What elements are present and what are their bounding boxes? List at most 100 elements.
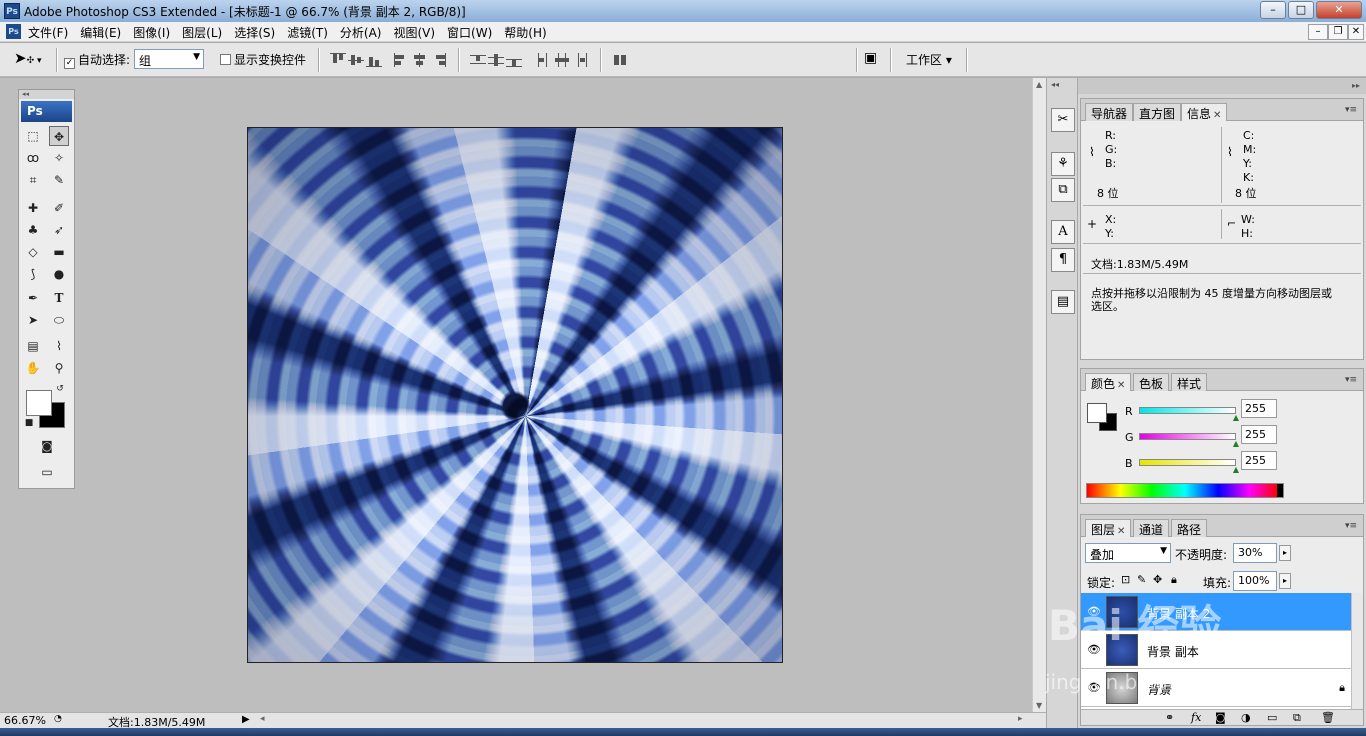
doc-restore-button[interactable]: ❐ bbox=[1328, 24, 1348, 40]
document-ps-icon[interactable]: Ps bbox=[6, 24, 21, 39]
layer-mask-icon[interactable]: ◙ bbox=[1215, 711, 1226, 724]
menu-file[interactable]: 文件(F) bbox=[28, 24, 68, 41]
swap-colors-icon[interactable]: ↺ bbox=[53, 382, 67, 396]
quick-mask-icon[interactable]: ◙ bbox=[37, 436, 57, 456]
menu-view[interactable]: 视图(V) bbox=[393, 24, 435, 41]
menu-analysis[interactable]: 分析(A) bbox=[340, 24, 382, 41]
auto-select-checkbox[interactable]: ✓ bbox=[64, 58, 75, 69]
lasso-tool-icon[interactable]: ꝏ bbox=[23, 148, 43, 168]
color-r-value[interactable]: 255 bbox=[1241, 399, 1277, 418]
distribute-left-icon[interactable] bbox=[536, 53, 552, 67]
pen-tool-icon[interactable]: ✒ bbox=[23, 288, 43, 308]
tab-navigator[interactable]: 导航器 bbox=[1085, 103, 1134, 121]
paragraph-icon[interactable]: ¶ bbox=[1051, 248, 1075, 272]
clone-source-icon[interactable]: ⧉ bbox=[1051, 178, 1075, 202]
align-left-icon[interactable] bbox=[394, 53, 410, 67]
blend-mode-dropdown[interactable]: 叠加 ▼ bbox=[1085, 543, 1171, 563]
bridge-icon[interactable]: ▣ bbox=[864, 50, 877, 66]
close-button[interactable]: ✕ bbox=[1316, 1, 1362, 19]
ellipse-tool-icon[interactable]: ⬭ bbox=[49, 310, 69, 330]
scroll-right-icon[interactable]: ▸ bbox=[1018, 714, 1023, 724]
menu-filter[interactable]: 滤镜(T) bbox=[287, 24, 328, 41]
close-tab-icon[interactable]: ✕ bbox=[1213, 110, 1221, 121]
close-tab-icon[interactable]: ✕ bbox=[1117, 526, 1125, 537]
zoom-level[interactable]: 66.67% bbox=[4, 714, 46, 727]
align-top-icon[interactable] bbox=[330, 53, 346, 67]
lock-transparent-icon[interactable]: ⊡ bbox=[1121, 573, 1130, 586]
auto-select-option[interactable]: ✓ 自动选择: bbox=[64, 51, 130, 69]
lock-image-icon[interactable]: ✎ bbox=[1137, 573, 1146, 586]
show-transform-checkbox[interactable] bbox=[220, 54, 231, 65]
eyedropper-tool-icon[interactable]: ⌇ bbox=[49, 336, 69, 356]
color-panel-foreground-swatch[interactable] bbox=[1087, 403, 1107, 423]
lock-position-icon[interactable]: ✥ bbox=[1153, 573, 1162, 586]
character-icon[interactable]: A bbox=[1051, 220, 1075, 244]
align-bottom-icon[interactable] bbox=[366, 53, 382, 67]
default-colors-icon[interactable]: ■ bbox=[22, 416, 36, 430]
toolbox-grip[interactable]: ◂◂ bbox=[19, 90, 74, 99]
panel-menu-icon[interactable]: ▾≡ bbox=[1345, 521, 1357, 531]
tab-info[interactable]: 信息 ✕ bbox=[1181, 103, 1228, 121]
history-brush-tool-icon[interactable]: ➶ bbox=[49, 220, 69, 240]
brushes-icon[interactable]: ⚘ bbox=[1051, 152, 1075, 176]
scroll-left-icon[interactable]: ◂ bbox=[260, 714, 265, 724]
notes-tool-icon[interactable]: ▤ bbox=[23, 336, 43, 356]
color-b-value[interactable]: 255 bbox=[1241, 451, 1277, 470]
gradient-tool-icon[interactable]: ▬ bbox=[49, 242, 69, 262]
auto-select-dropdown[interactable]: 组 ▼ bbox=[134, 49, 204, 69]
color-g-slider[interactable]: ▲ bbox=[1139, 433, 1239, 448]
tab-histogram[interactable]: 直方图 bbox=[1133, 103, 1182, 121]
screen-mode-icon[interactable]: ▭ bbox=[33, 462, 61, 482]
eraser-tool-icon[interactable]: ◇ bbox=[23, 242, 43, 262]
menu-window[interactable]: 窗口(W) bbox=[447, 24, 492, 41]
maximize-button[interactable]: □ bbox=[1288, 1, 1314, 19]
layer-style-icon[interactable]: fx bbox=[1191, 711, 1201, 724]
new-group-icon[interactable]: ▭ bbox=[1267, 711, 1277, 724]
panel-menu-icon[interactable]: ▾≡ bbox=[1345, 375, 1357, 385]
menu-help[interactable]: 帮助(H) bbox=[504, 24, 546, 41]
magic-wand-tool-icon[interactable]: ✧ bbox=[49, 148, 69, 168]
tab-layers[interactable]: 图层 ✕ bbox=[1085, 519, 1132, 537]
tab-styles[interactable]: 样式 bbox=[1171, 373, 1208, 391]
document-canvas-swirl-image[interactable] bbox=[247, 127, 783, 663]
status-menu-arrow-icon[interactable]: ▶ bbox=[242, 714, 250, 725]
menu-edit[interactable]: 编辑(E) bbox=[80, 24, 121, 41]
fill-input[interactable]: 100% bbox=[1233, 571, 1277, 591]
tab-paths[interactable]: 路径 bbox=[1171, 519, 1208, 537]
doc-close-button[interactable]: ✕ bbox=[1348, 24, 1364, 40]
distribute-bottom-icon[interactable] bbox=[506, 53, 522, 67]
slider-thumb-icon[interactable]: ▲ bbox=[1233, 465, 1239, 474]
color-spectrum-bar[interactable] bbox=[1086, 483, 1284, 498]
slider-thumb-icon[interactable]: ▲ bbox=[1233, 413, 1239, 422]
lock-all-icon[interactable]: 🔒︎ bbox=[1171, 573, 1177, 587]
move-tool-icon[interactable]: ✥ bbox=[49, 126, 69, 146]
menu-layer[interactable]: 图层(L) bbox=[182, 24, 222, 41]
opacity-arrow-icon[interactable]: ▸ bbox=[1279, 545, 1291, 561]
collapse-dock-icon[interactable]: ◂◂ bbox=[1051, 80, 1059, 89]
foreground-color-swatch[interactable] bbox=[26, 390, 52, 416]
clone-stamp-tool-icon[interactable]: ♣ bbox=[23, 220, 43, 240]
distribute-top-icon[interactable] bbox=[470, 53, 486, 67]
align-vertical-center-icon[interactable] bbox=[348, 53, 364, 67]
blur-tool-icon[interactable]: ⟆ bbox=[23, 264, 43, 284]
layers-scrollbar[interactable] bbox=[1351, 593, 1363, 709]
close-tab-icon[interactable]: ✕ bbox=[1117, 380, 1125, 391]
align-right-icon[interactable] bbox=[430, 53, 446, 67]
path-selection-tool-icon[interactable]: ➤ bbox=[23, 310, 43, 330]
adjustment-layer-icon[interactable]: ◑ bbox=[1241, 711, 1251, 724]
marquee-tool-icon[interactable]: ⬚ bbox=[23, 126, 43, 146]
workspace-button[interactable]: 工作区 ▾ bbox=[906, 51, 952, 68]
slider-thumb-icon[interactable]: ▲ bbox=[1233, 439, 1239, 448]
expand-panels-icon[interactable]: ▸▸ bbox=[1352, 81, 1360, 90]
brush-tool-icon[interactable]: ✐ bbox=[49, 198, 69, 218]
link-layers-icon[interactable]: ⚭ bbox=[1165, 711, 1174, 724]
align-horizontal-center-icon[interactable] bbox=[412, 53, 428, 67]
layer-comps-icon[interactable]: ▤ bbox=[1051, 290, 1075, 314]
opacity-input[interactable]: 30% bbox=[1233, 543, 1277, 563]
new-layer-icon[interactable]: ⧉ bbox=[1293, 711, 1301, 725]
zoom-tool-icon[interactable]: ⚲ bbox=[49, 358, 69, 378]
dodge-tool-icon[interactable]: ● bbox=[49, 264, 69, 284]
auto-align-layers-icon[interactable] bbox=[612, 53, 628, 67]
crop-tool-icon[interactable]: ⌗ bbox=[23, 170, 43, 190]
color-b-slider[interactable]: ▲ bbox=[1139, 459, 1239, 474]
